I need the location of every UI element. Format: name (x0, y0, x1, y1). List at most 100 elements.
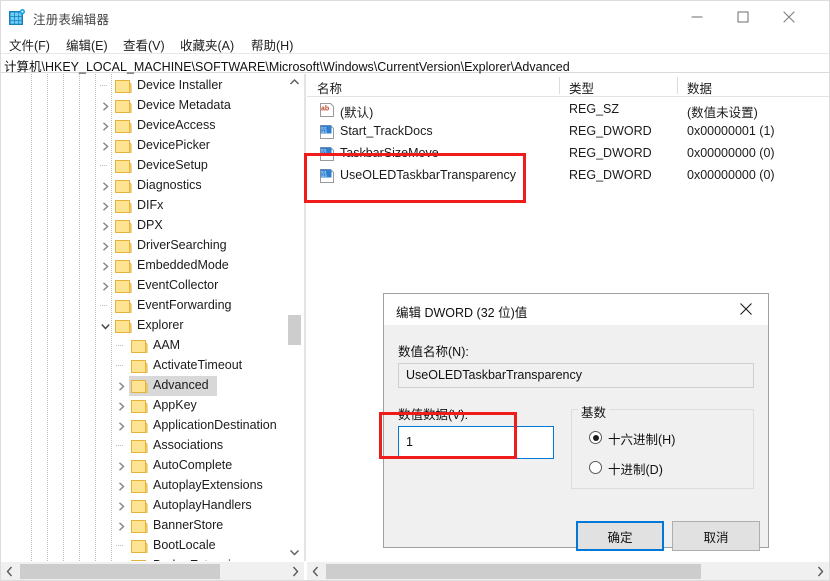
chevron-right-icon[interactable] (97, 216, 113, 236)
table-row[interactable]: ab (默认) REG_SZ (数值未设置) (307, 99, 829, 121)
chevron-right-icon[interactable] (113, 496, 129, 516)
folder-icon (115, 239, 132, 254)
tree-item-label: Diagnostics (137, 178, 202, 192)
table-row[interactable]: 011 110 Start_TrackDocs REG_DWORD 0x00000001… (307, 121, 829, 143)
tree-item-associations[interactable]: Associations (1, 436, 291, 456)
value-type-cell: REG_DWORD (569, 168, 652, 182)
chevron-right-icon[interactable] (97, 256, 113, 276)
value-name-cell: Start_TrackDocs (340, 124, 433, 138)
chevron-right-icon[interactable] (113, 516, 129, 536)
value-data-cell: 0x00000000 (0) (687, 146, 775, 160)
cancel-button[interactable]: 取消 (672, 521, 760, 551)
chevron-right-icon[interactable] (97, 196, 113, 216)
tree-scroll-down-arrow[interactable] (286, 544, 303, 561)
tree-item-bannerstore[interactable]: BannerStore (1, 516, 291, 536)
pane-splitter[interactable] (304, 74, 306, 561)
chevron-right-icon[interactable] (113, 416, 129, 436)
tree-item-label: DriverSearching (137, 238, 227, 252)
chevron-right-icon[interactable] (97, 236, 113, 256)
ok-button[interactable]: 确定 (576, 521, 664, 551)
value-name-input[interactable]: UseOLEDTaskbarTransparency (398, 363, 754, 388)
menu-file[interactable]: 文件(F) (7, 35, 52, 53)
minimize-button[interactable] (674, 1, 720, 32)
registry-tree-pane[interactable]: Device Installer Device Metadata DeviceAcc… (1, 74, 304, 561)
chevron-right-icon[interactable] (113, 376, 129, 396)
tree-item-appkey[interactable]: AppKey (1, 396, 291, 416)
maximize-button[interactable] (720, 1, 766, 32)
dialog-close-button[interactable] (724, 294, 768, 324)
tree-item-eventcollector[interactable]: EventCollector (1, 276, 291, 296)
list-hscroll-right-arrow[interactable] (812, 562, 829, 580)
column-divider[interactable] (559, 77, 560, 94)
tree-hscrollbar-thumb[interactable] (20, 564, 220, 579)
tree-item-device-installer[interactable]: Device Installer (1, 76, 291, 96)
tree-item-brokerextensions[interactable]: BrokerExtensions (1, 556, 291, 561)
address-bar[interactable]: 计算机\HKEY_LOCAL_MACHINE\SOFTWARE\Microsof… (1, 53, 829, 74)
close-button[interactable] (766, 1, 812, 32)
tree-item-label: ApplicationDestination (153, 418, 277, 432)
folder-icon (115, 259, 132, 274)
menu-view[interactable]: 查看(V) (121, 35, 167, 53)
registry-path: 计算机\HKEY_LOCAL_MACHINE\SOFTWARE\Microsof… (4, 60, 570, 74)
tree-item-difx[interactable]: DIFx (1, 196, 291, 216)
tree-item-autocomplete[interactable]: AutoComplete (1, 456, 291, 476)
column-header-name[interactable]: 名称 (317, 78, 342, 97)
list-hscrollbar-thumb[interactable] (326, 564, 701, 579)
folder-icon (131, 519, 148, 534)
tree-item-applicationdestination[interactable]: ApplicationDestination (1, 416, 291, 436)
chevron-down-icon[interactable] (97, 316, 113, 336)
column-header-type[interactable]: 类型 (569, 78, 594, 97)
tree-vertical-scrollbar[interactable] (286, 74, 303, 561)
chevron-right-icon[interactable] (97, 176, 113, 196)
column-divider[interactable] (677, 77, 678, 94)
list-horizontal-scrollbar[interactable] (307, 562, 829, 580)
tree-scroll-up-arrow[interactable] (286, 74, 303, 91)
chevron-right-icon[interactable] (97, 116, 113, 136)
value-name-label: 数值名称(N): (398, 345, 469, 359)
list-hscroll-left-arrow[interactable] (307, 562, 324, 580)
tree-item-aam[interactable]: AAM (1, 336, 291, 356)
chevron-right-icon[interactable] (97, 276, 113, 296)
chevron-right-icon[interactable] (97, 136, 113, 156)
string-value-icon: ab (319, 102, 335, 118)
tree-item-label: Device Installer (137, 78, 223, 92)
tree-item-label: EventCollector (137, 278, 219, 292)
folder-icon (131, 439, 148, 454)
tree-item-embeddedmode[interactable]: EmbeddedMode (1, 256, 291, 276)
tree-item-explorer[interactable]: Explorer (1, 316, 291, 336)
tree-hscroll-right-arrow[interactable] (287, 562, 304, 580)
menu-help[interactable]: 帮助(H) (249, 35, 295, 53)
tree-item-activatetimeout[interactable]: ActivateTimeout (1, 356, 291, 376)
menu-edit[interactable]: 编辑(E) (64, 35, 110, 53)
folder-icon (115, 199, 132, 214)
tree-item-driversearching[interactable]: DriverSearching (1, 236, 291, 256)
list-header: 名称 类型 数据 (307, 74, 829, 97)
tree-item-dpx[interactable]: DPX (1, 216, 291, 236)
tree-leaf-connector (113, 356, 129, 376)
tree-item-eventforwarding[interactable]: EventForwarding (1, 296, 291, 316)
menu-favorites[interactable]: 收藏夹(A) (178, 35, 236, 53)
tree-item-label: BrokerExtensions (153, 558, 251, 561)
folder-icon (115, 279, 132, 294)
tree-leaf-connector (97, 76, 113, 96)
window-title: 注册表编辑器 (33, 13, 110, 27)
tree-horizontal-scrollbar[interactable] (1, 562, 304, 580)
tree-item-bootlocale[interactable]: BootLocale (1, 536, 291, 556)
tree-scrollbar-thumb[interactable] (288, 315, 301, 345)
tree-item-advanced[interactable]: Advanced (1, 376, 291, 396)
tree-hscroll-left-arrow[interactable] (1, 562, 18, 580)
chevron-right-icon[interactable] (113, 456, 129, 476)
tree-item-deviceaccess[interactable]: DeviceAccess (1, 116, 291, 136)
chevron-right-icon[interactable] (113, 396, 129, 416)
chevron-right-icon[interactable] (113, 476, 129, 496)
tree-item-device-metadata[interactable]: Device Metadata (1, 96, 291, 116)
svg-text:110: 110 (321, 130, 327, 134)
tree-item-devicepicker[interactable]: DevicePicker (1, 136, 291, 156)
chevron-right-icon[interactable] (97, 96, 113, 116)
tree-item-autoplayhandlers[interactable]: AutoplayHandlers (1, 496, 291, 516)
tree-item-autoplayextensions[interactable]: AutoplayExtensions (1, 476, 291, 496)
tree-item-diagnostics[interactable]: Diagnostics (1, 176, 291, 196)
dialog-title-bar: 编辑 DWORD (32 位)值 (384, 294, 768, 325)
tree-item-devicesetup[interactable]: DeviceSetup (1, 156, 291, 176)
column-header-data[interactable]: 数据 (687, 78, 712, 97)
